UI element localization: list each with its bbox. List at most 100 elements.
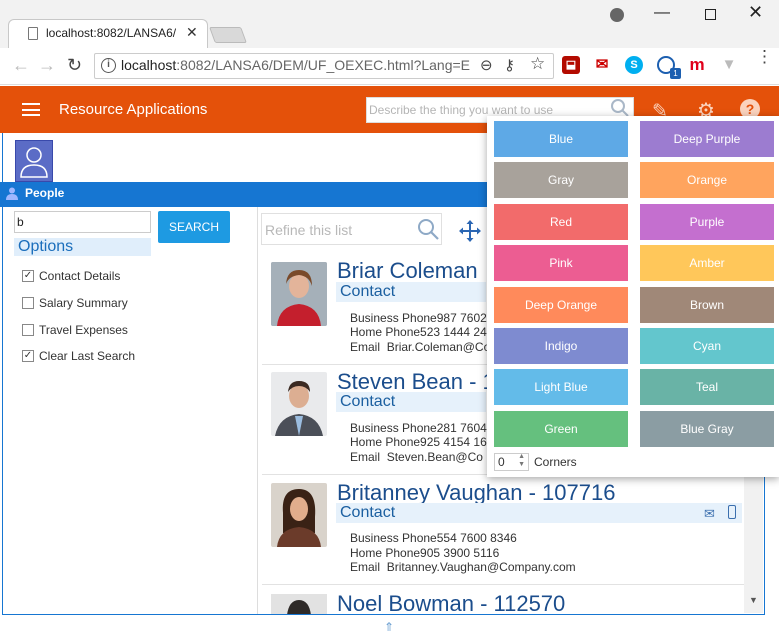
checkbox[interactable]: ✓ bbox=[22, 350, 34, 362]
employee-name[interactable]: Noel Bowman - 112570 bbox=[337, 591, 565, 617]
employee-name[interactable]: Briar Coleman bbox=[337, 258, 478, 284]
swatch-brown[interactable]: Brown bbox=[640, 286, 774, 323]
m-extension-icon[interactable]: m bbox=[688, 56, 706, 74]
search-icon[interactable] bbox=[610, 98, 630, 118]
field-label: Home Phone bbox=[350, 325, 421, 339]
business-phone: Business Phone281 7604 bbox=[350, 421, 487, 435]
swatch-indigo[interactable]: Indigo bbox=[494, 328, 628, 364]
swatch-green[interactable]: Green bbox=[494, 410, 628, 447]
contact-header: Contact bbox=[336, 503, 742, 523]
maximize-icon[interactable] bbox=[705, 9, 716, 20]
field-value[interactable]: Briar.Coleman@Co bbox=[387, 340, 491, 354]
field-label: Email bbox=[350, 450, 381, 464]
hamburger-menu-icon[interactable] bbox=[22, 103, 40, 116]
swatch-teal[interactable]: Teal bbox=[640, 369, 774, 406]
option-salary-summary[interactable]: Salary Summary bbox=[22, 296, 128, 310]
extension-badge: 1 bbox=[670, 68, 681, 79]
field-value[interactable]: Steven.Bean@Co bbox=[387, 450, 483, 464]
info-icon[interactable]: i bbox=[101, 58, 116, 73]
window-close-icon[interactable]: ✕ bbox=[748, 2, 763, 23]
option-label: Contact Details bbox=[39, 269, 121, 283]
url-path: :8082/LANSA6/DEM/UF_OEXEC.html?Lang=E... bbox=[176, 57, 471, 73]
checkbox[interactable] bbox=[22, 297, 34, 309]
option-label: Travel Expenses bbox=[39, 323, 128, 337]
business-phone: Business Phone987 7602 bbox=[350, 311, 487, 325]
forward-icon[interactable]: → bbox=[38, 55, 56, 76]
email: Email Britanney.Vaughan@Company.com bbox=[350, 560, 576, 574]
employee-photo bbox=[271, 594, 327, 615]
swatch-blue-gray[interactable]: Blue Gray bbox=[640, 410, 774, 447]
people-label: People bbox=[25, 186, 65, 200]
field-label: Business Phone bbox=[350, 311, 437, 325]
checkbox[interactable]: ✓ bbox=[22, 270, 34, 282]
swatch-purple[interactable]: Purple bbox=[640, 203, 774, 240]
corners-stepper[interactable]: 0 ▲ ▼ bbox=[494, 453, 529, 471]
tab-title: localhost:8082/LANSA6/ bbox=[46, 26, 176, 40]
app-title: Resource Applications bbox=[59, 101, 208, 118]
browser-menu-icon[interactable]: ⋮ bbox=[756, 48, 773, 65]
option-label: Clear Last Search bbox=[39, 349, 136, 363]
reload-icon[interactable]: ↻ bbox=[67, 55, 82, 76]
key-icon[interactable]: ⚷ bbox=[504, 56, 515, 74]
home-phone: Home Phone523 1444 24 bbox=[350, 325, 487, 339]
field-label: Home Phone bbox=[350, 435, 421, 449]
close-tab-icon[interactable]: ✕ bbox=[186, 24, 198, 41]
user-avatar[interactable] bbox=[15, 140, 53, 182]
contact-header: Contact bbox=[336, 282, 486, 302]
swatch-deep-purple[interactable]: Deep Purple bbox=[640, 121, 774, 157]
account-icon[interactable] bbox=[610, 8, 624, 22]
filter-extension-icon[interactable]: ▼ bbox=[720, 56, 738, 74]
contact-header: Contact bbox=[336, 392, 486, 412]
swatch-light-blue[interactable]: Light Blue bbox=[494, 369, 628, 406]
email: Email Steven.Bean@Co bbox=[350, 450, 483, 464]
minimize-icon[interactable]: — bbox=[654, 4, 670, 22]
swatch-red[interactable]: Red bbox=[494, 203, 628, 240]
option-contact-details[interactable]: ✓ Contact Details bbox=[22, 269, 120, 283]
zoom-icon[interactable]: ⊖ bbox=[480, 56, 493, 74]
option-travel-expenses[interactable]: Travel Expenses bbox=[22, 323, 128, 337]
business-phone: Business Phone554 7600 8346 bbox=[350, 531, 517, 545]
field-value: 905 3900 5116 bbox=[420, 546, 500, 560]
field-value[interactable]: Britanney.Vaughan@Company.com bbox=[387, 560, 576, 574]
corners-label: Corners bbox=[534, 455, 577, 469]
checkbox[interactable] bbox=[22, 324, 34, 336]
pdf-extension-icon[interactable]: ⬓ bbox=[562, 56, 580, 74]
search-icon[interactable] bbox=[416, 217, 440, 241]
mobile-icon[interactable] bbox=[728, 505, 736, 519]
field-label: Business Phone bbox=[350, 531, 437, 545]
swatch-blue[interactable]: Blue bbox=[494, 121, 628, 157]
move-icon[interactable] bbox=[458, 219, 482, 243]
option-label: Salary Summary bbox=[39, 296, 128, 310]
field-label: Home Phone bbox=[350, 546, 421, 560]
person-icon bbox=[6, 187, 18, 200]
stepper-arrows-icon[interactable]: ▲ ▼ bbox=[518, 453, 525, 469]
swatch-gray[interactable]: Gray bbox=[494, 162, 628, 199]
swatch-pink[interactable]: Pink bbox=[494, 245, 628, 282]
search-button[interactable]: SEARCH bbox=[158, 211, 230, 243]
home-phone: Home Phone925 4154 16 bbox=[350, 435, 487, 449]
employee-search-input[interactable]: b bbox=[14, 211, 151, 233]
swatch-deep-orange[interactable]: Deep Orange bbox=[494, 286, 628, 323]
swatch-cyan[interactable]: Cyan bbox=[640, 328, 774, 364]
expand-up-icon[interactable]: ⇑ bbox=[384, 620, 394, 634]
swatch-amber[interactable]: Amber bbox=[640, 245, 774, 282]
options-title: Options bbox=[14, 238, 151, 256]
field-value: 523 1444 24 bbox=[420, 325, 487, 339]
field-value: 281 7604 bbox=[436, 421, 487, 435]
bookmark-star-icon[interactable]: ☆ bbox=[530, 54, 545, 74]
back-icon[interactable]: ← bbox=[12, 55, 30, 76]
scroll-down-icon[interactable]: ▼ bbox=[749, 595, 758, 605]
option-clear-last-search[interactable]: ✓ Clear Last Search bbox=[22, 349, 135, 363]
mail-icon[interactable]: ✉ bbox=[704, 506, 715, 522]
field-label: Business Phone bbox=[350, 421, 437, 435]
app-search-placeholder: Describe the thing you want to use bbox=[369, 103, 554, 117]
swatch-orange[interactable]: Orange bbox=[640, 162, 774, 199]
home-phone: Home Phone905 3900 5116 bbox=[350, 546, 499, 560]
new-tab-button[interactable] bbox=[209, 27, 247, 43]
employee-photo bbox=[271, 262, 327, 326]
mail-extension-icon[interactable]: ✉ bbox=[593, 56, 611, 74]
page-icon bbox=[28, 27, 38, 40]
skype-extension-icon[interactable]: S bbox=[625, 56, 643, 74]
field-value: 987 7602 bbox=[436, 311, 487, 325]
url-text[interactable]: localhost:8082/LANSA6/DEM/UF_OEXEC.html?… bbox=[121, 57, 471, 73]
